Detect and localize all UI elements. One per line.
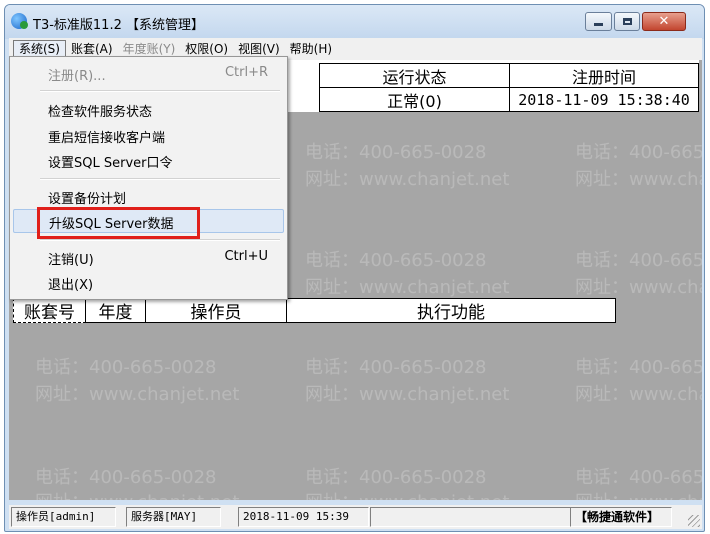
watermark-site: 网址：www.chanjet.net [305, 384, 510, 405]
watermark-phone: 电话：400-665-0028 [305, 357, 487, 378]
menu-separator [40, 178, 280, 180]
menu-item-sql-password[interactable]: 设置SQL Server口令 [13, 148, 284, 172]
menu-help[interactable]: 帮助(H) [285, 40, 337, 58]
menu-item-backup-plan[interactable]: 设置备份计划 [13, 184, 284, 208]
watermark-site: 网址：www.chanjet.net [35, 384, 240, 405]
watermark-phone: 电话：400-665-0028 [35, 357, 217, 378]
close-button[interactable]: ✕ [642, 12, 686, 31]
column-header-year[interactable]: 年度 [85, 298, 146, 323]
menu-separator [40, 239, 280, 241]
menu-item-label: 设置SQL Server口令 [48, 156, 173, 171]
status-datetime: 2018-11-09 15:39 [238, 507, 369, 527]
watermark-site: 网址：www.chanjet.net [35, 488, 239, 500]
watermark-site: 网址：www.chanjet.net [575, 488, 702, 500]
operations-table: 账套号 年度 操作员 执行功能 [13, 298, 616, 324]
menu-item-check-service[interactable]: 检查软件服务状态 [13, 97, 284, 121]
menu-item-shortcut: Ctrl+U [224, 249, 268, 264]
watermark-phone: 电话：400-665-0028 [575, 467, 702, 488]
cell-run-status[interactable]: 正常(0) [319, 87, 510, 112]
watermark-site: 网址：www.chanjet.net [305, 277, 510, 298]
watermark-site: 网址：www.chanjet.net [575, 169, 702, 190]
menu-item-label: 检查软件服务状态 [48, 105, 153, 120]
column-header-account-set-no[interactable]: 账套号 [13, 298, 86, 323]
watermark-site: 网址：www.chanjet.net [575, 277, 702, 298]
menu-item-label: 注册(R)... [48, 69, 106, 84]
watermark-phone: 电话：400-665-0028 [305, 250, 487, 271]
status-vendor: 【畅捷通软件】 [570, 507, 672, 527]
status-server: 服务器[MAY] [126, 507, 221, 527]
app-logo-icon[interactable] [11, 13, 28, 29]
maximize-icon [622, 18, 632, 25]
window-title: T3-标准版11.2 【系统管理】 [33, 18, 204, 33]
column-header-register-time[interactable]: 注册时间 [509, 63, 699, 88]
menu-item-shortcut: Ctrl+R [224, 65, 268, 80]
watermark-phone: 电话：400-665-0028 [575, 142, 702, 163]
menu-item-label: 重启短信接收客户端 [48, 131, 166, 146]
menu-item-restart-sms[interactable]: 重启短信接收客户端 [13, 123, 284, 147]
status-operator: 操作员[admin] [11, 507, 116, 527]
menu-item-label: 设置备份计划 [48, 192, 127, 207]
watermark-site: 网址：www.chanjet.net [305, 488, 509, 500]
watermark-site: 网址：www.chanjet.net [575, 384, 702, 405]
watermark-phone: 电话：400-665-0028 [35, 467, 217, 488]
menu-separator [40, 90, 280, 92]
menu-item-logout[interactable]: 注销(U) Ctrl+U [13, 245, 284, 269]
menu-item-label: 退出(X) [48, 278, 94, 293]
resize-grip-icon[interactable] [688, 515, 700, 527]
watermark-phone: 电话：400-665-0028 [575, 250, 702, 271]
watermark-phone: 电话：400-665-0028 [305, 467, 487, 488]
annotation-highlight-box [37, 207, 200, 239]
menu-item-register[interactable]: 注册(R)... Ctrl+R [13, 61, 284, 85]
menu-item-exit[interactable]: 退出(X) [13, 270, 284, 294]
close-icon: ✕ [658, 14, 670, 29]
title-bar[interactable]: T3-标准版11.2 【系统管理】 ✕ [5, 5, 704, 39]
menu-item-label: 注销(U) [48, 253, 94, 268]
column-header-operator[interactable]: 操作员 [145, 298, 287, 323]
minimize-button[interactable] [585, 12, 612, 31]
cell-register-time[interactable]: 2018-11-09 15:38:40 [509, 87, 699, 112]
column-header-run-status[interactable]: 运行状态 [319, 63, 510, 88]
watermark-site: 网址：www.chanjet.net [305, 169, 510, 190]
system-dropdown-menu: 注册(R)... Ctrl+R 检查软件服务状态 重启短信接收客户端 设置SQL… [9, 56, 288, 300]
maximize-button[interactable] [614, 12, 640, 31]
minimize-icon [594, 23, 603, 26]
column-header-function[interactable]: 执行功能 [286, 298, 616, 323]
watermark-phone: 电话：400-665-0028 [575, 357, 702, 378]
status-bar: 操作员[admin] 服务器[MAY] 2018-11-09 15:39 【畅捷… [9, 505, 702, 529]
watermark-phone: 电话：400-665-0028 [305, 142, 487, 163]
